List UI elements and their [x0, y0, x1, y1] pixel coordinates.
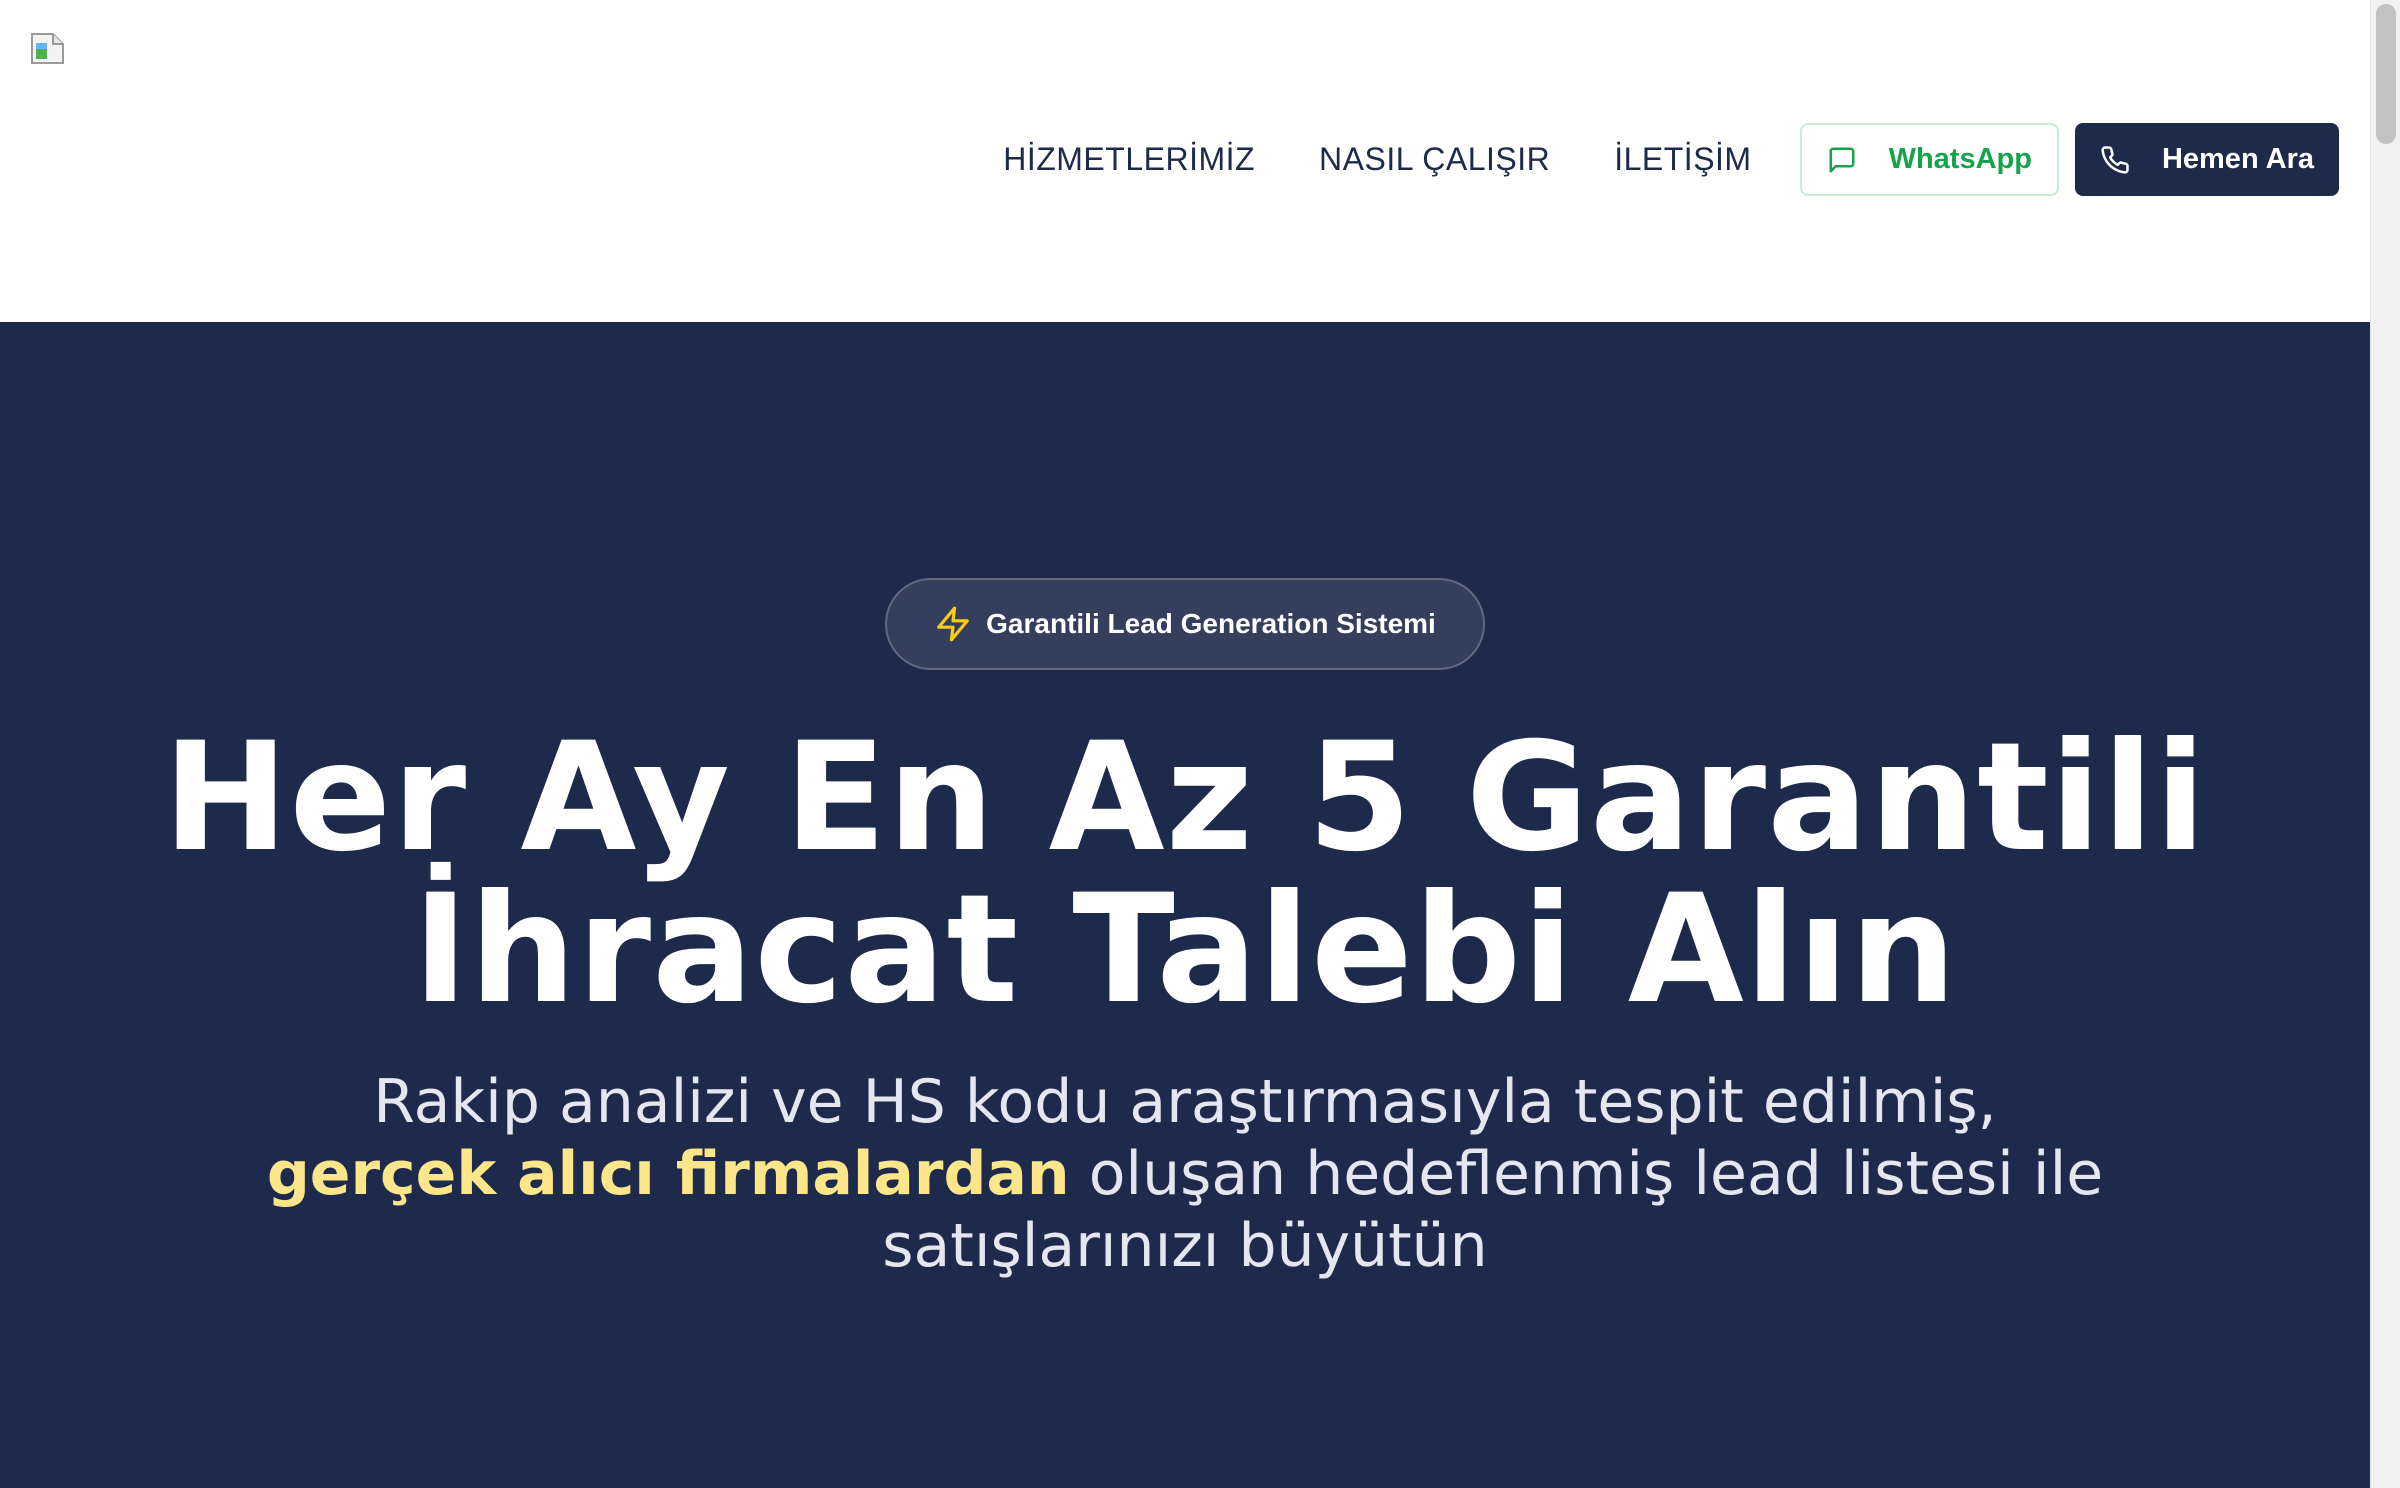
hero-subtitle: Rakip analizi ve HS kodu araştırmasıyla … — [0, 1066, 2370, 1282]
hero-section: Garantili Lead Generation Sistemi Her Ay… — [0, 322, 2370, 1488]
site-header: HİZMETLERİMİZ NASIL ÇALIŞIR İLETİŞİM Wha… — [0, 0, 2370, 322]
call-now-button-label: Hemen Ara — [2161, 143, 2314, 175]
hero-subtitle-line-2-rest: oluşan hedeflenmiş lead listesi ile — [1069, 1139, 2104, 1209]
hero-headline: Her Ay En Az 5 Garantili İhracat Talebi … — [0, 722, 2370, 1026]
hero-subtitle-line-3: satışlarınızı büyütün — [882, 1211, 1488, 1281]
broken-image-icon — [31, 33, 64, 64]
whatsapp-button-label: WhatsApp — [1888, 143, 2032, 175]
phone-icon — [2100, 145, 2130, 175]
hero-headline-line-2: İhracat Talebi Alın — [412, 863, 1958, 1037]
logo[interactable] — [31, 33, 64, 64]
nav-link-how-it-works[interactable]: NASIL ÇALIŞIR — [1319, 141, 1550, 178]
nav-link-contact[interactable]: İLETİŞİM — [1614, 141, 1751, 178]
hero-subtitle-highlight: gerçek alıcı firmalardan — [266, 1139, 1070, 1209]
scrollbar-thumb[interactable] — [2376, 4, 2396, 144]
hero-badge: Garantili Lead Generation Sistemi — [885, 578, 1485, 670]
page-scrollbar[interactable] — [2370, 0, 2400, 1488]
lightning-bolt-icon — [934, 605, 972, 643]
chat-bubble-icon — [1827, 145, 1857, 175]
hero-subtitle-line-1: Rakip analizi ve HS kodu araştırmasıyla … — [373, 1067, 1997, 1137]
nav-link-services[interactable]: HİZMETLERİMİZ — [1003, 141, 1255, 178]
hero-headline-line-1: Her Ay En Az 5 Garantili — [162, 711, 2208, 885]
main-nav: HİZMETLERİMİZ NASIL ÇALIŞIR İLETİŞİM Wha… — [1003, 123, 2339, 196]
hero-badge-text: Garantili Lead Generation Sistemi — [986, 608, 1436, 639]
hero-subtitle-line-2: gerçek alıcı firmalardan oluşan hedeflen… — [0, 1138, 2370, 1210]
call-now-button[interactable]: Hemen Ara — [2074, 123, 2339, 196]
page: HİZMETLERİMİZ NASIL ÇALIŞIR İLETİŞİM Wha… — [0, 0, 2400, 1488]
whatsapp-button[interactable]: WhatsApp — [1799, 123, 2059, 196]
